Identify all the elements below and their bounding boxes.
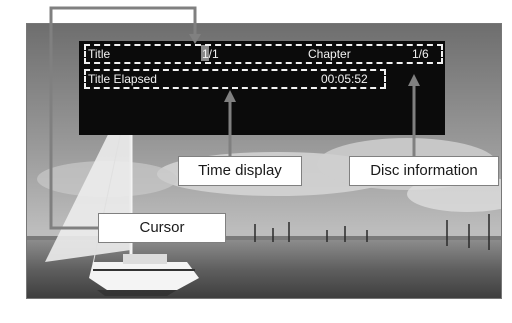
disc-info-dashed-box bbox=[84, 44, 443, 64]
time-display-dashed-box bbox=[84, 69, 386, 89]
time-display-callout: Time display bbox=[178, 156, 302, 186]
disc-information-callout: Disc information bbox=[349, 156, 499, 186]
cursor-callout: Cursor bbox=[98, 213, 226, 243]
